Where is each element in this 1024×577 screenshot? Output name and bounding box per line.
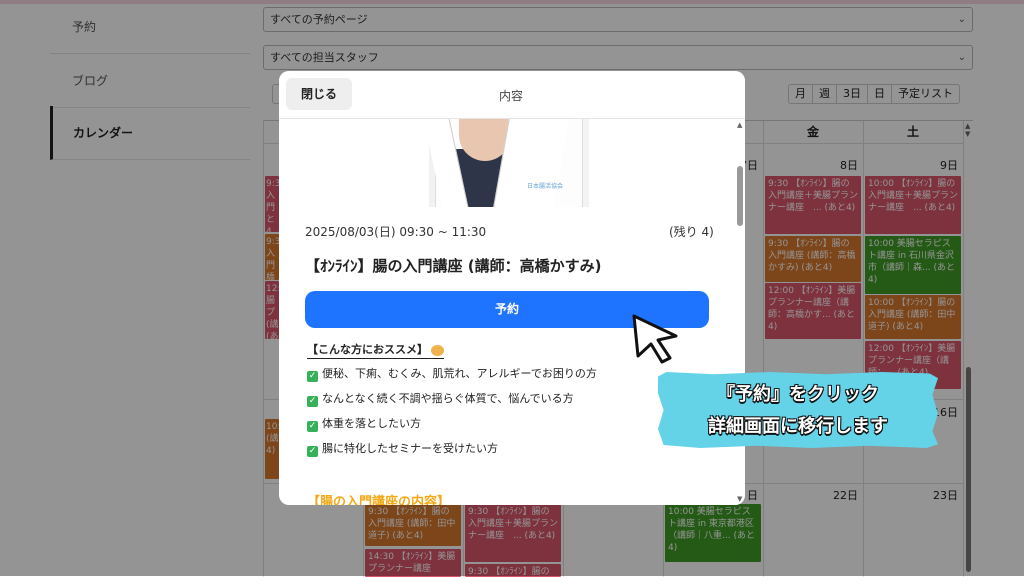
close-button[interactable]: 閉じる (286, 78, 352, 110)
instruction-callout: 『予約』をクリック 詳細画面に移行します (658, 372, 938, 448)
recommend-item-text: なんとなく続く不調や揺らぐ体質で、悩んでいる方 (322, 392, 574, 405)
recommend-item: ✓ なんとなく続く不調や揺らぐ体質で、悩んでいる方 (307, 390, 574, 407)
hug-emoji-icon (431, 344, 444, 356)
pointer-cursor-icon (632, 314, 678, 364)
scroll-down-icon[interactable]: ▼ (737, 495, 742, 503)
event-date: 2025/08/03(日) 09:30 ~ 11:30 (305, 225, 487, 239)
modal-header: 閉じる 内容 (279, 71, 745, 119)
scroll-up-icon[interactable]: ▲ (737, 121, 742, 129)
modal-title: 内容 (499, 89, 524, 103)
modal-scrollbar-thumb[interactable] (737, 166, 743, 226)
recommend-item: ✓ 腸に特化したセミナーを受けたい方 (307, 440, 498, 457)
remaining-seats: (残り 4) (669, 225, 714, 239)
photo-logo: 日本腸活協会 (527, 183, 564, 190)
check-icon: ✓ (307, 421, 318, 432)
check-icon: ✓ (307, 396, 318, 407)
event-title: 【ｵﾝﾗｲﾝ】腸の入門講座 (講師：高橋かすみ) (305, 257, 602, 275)
recommend-item-text: 体重を落としたい方 (322, 417, 421, 430)
callout-line-2: 詳細画面に移行します (708, 416, 888, 437)
check-icon: ✓ (307, 446, 318, 457)
recommend-item: ✓ 便秘、下痢、むくみ、肌荒れ、アレルギーでお困りの方 (307, 365, 597, 382)
recommend-heading: 【こんな方におススメ】 (307, 341, 444, 359)
callout-line-1: 『予約』をクリック (717, 384, 879, 405)
recommend-item: ✓ 体重を落としたい方 (307, 415, 421, 432)
check-icon: ✓ (307, 371, 318, 382)
instructor-photo: 日本腸活協会 (423, 119, 589, 207)
recommend-heading-text: 【こんな方におススメ】 (307, 343, 428, 356)
content-heading: 【腸の入門講座の内容】 (307, 495, 451, 505)
recommend-item-text: 腸に特化したセミナーを受けたい方 (322, 442, 498, 455)
recommend-item-text: 便秘、下痢、むくみ、肌荒れ、アレルギーでお困りの方 (322, 367, 597, 380)
